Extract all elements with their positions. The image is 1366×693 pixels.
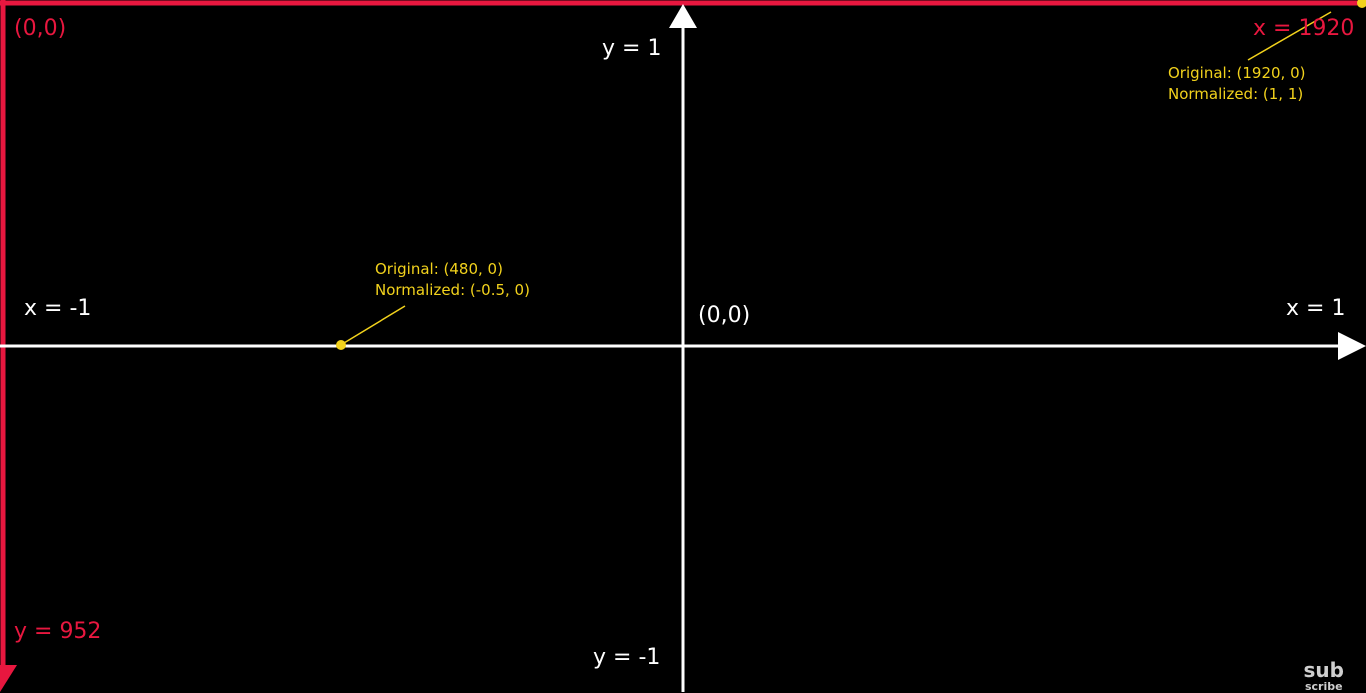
sample-point-marker xyxy=(336,340,346,350)
subscribe-watermark-line2: scribe xyxy=(1304,680,1343,693)
center-origin-label: (0,0) xyxy=(698,303,751,328)
y-top-label: y = 1 xyxy=(602,36,662,61)
point-normalized-text: Normalized: (-0.5, 0) xyxy=(375,281,530,299)
subscribe-watermark[interactable]: sub scribe xyxy=(1304,660,1344,692)
point-original-text: Original: (480, 0) xyxy=(375,260,503,278)
corner-annotation: Original: (1920, 0) Normalized: (1, 1) xyxy=(1168,63,1305,105)
pixel-max-y-label: y = 952 xyxy=(14,619,102,644)
corner-normalized-text: Normalized: (1, 1) xyxy=(1168,85,1304,103)
point-annotation: Original: (480, 0) Normalized: (-0.5, 0) xyxy=(375,259,530,301)
x-right-label: x = 1 xyxy=(1286,296,1346,321)
x-left-label: x = -1 xyxy=(24,296,92,321)
corner-original-text: Original: (1920, 0) xyxy=(1168,64,1306,82)
pixel-corner-marker xyxy=(1357,0,1366,8)
coordinate-diagram xyxy=(0,0,1366,692)
y-axis-arrow-head xyxy=(669,4,697,28)
pixel-max-x-label: x = 1920 xyxy=(1253,16,1355,41)
x-axis-arrow-head xyxy=(1338,332,1366,360)
subscribe-watermark-line1: sub xyxy=(1303,658,1344,682)
pixel-origin-label: (0,0) xyxy=(14,16,67,41)
y-bottom-label: y = -1 xyxy=(593,645,661,670)
pixel-y-arrow-head xyxy=(0,665,17,692)
point-annotation-leader xyxy=(343,305,406,344)
